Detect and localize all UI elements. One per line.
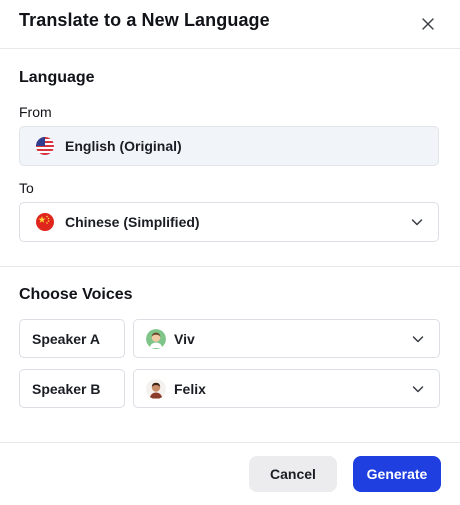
speaker-a-voice-value: Viv bbox=[174, 330, 195, 347]
chevron-down-icon bbox=[412, 385, 424, 392]
voices-section-title: Choose Voices bbox=[19, 286, 133, 303]
language-section-title: Language bbox=[19, 69, 95, 86]
felix-avatar bbox=[146, 378, 166, 399]
close-icon bbox=[422, 18, 434, 30]
from-language-value: English (Original) bbox=[65, 138, 182, 154]
speaker-a-label: Speaker A bbox=[19, 319, 125, 358]
speaker-b-label: Speaker B bbox=[19, 369, 125, 408]
dialog-header: Translate to a New Language bbox=[0, 0, 460, 49]
cancel-button[interactable]: Cancel bbox=[249, 456, 337, 492]
section-divider bbox=[0, 266, 460, 267]
viv-avatar bbox=[146, 328, 166, 349]
china-flag-icon bbox=[36, 213, 54, 231]
speaker-b-voice-select[interactable]: Felix bbox=[133, 369, 440, 408]
speaker-a-voice-select[interactable]: Viv bbox=[133, 319, 440, 358]
generate-button[interactable]: Generate bbox=[353, 456, 441, 492]
to-label: To bbox=[19, 180, 34, 196]
dialog-title: Translate to a New Language bbox=[19, 10, 270, 30]
chevron-down-icon bbox=[411, 219, 423, 226]
us-flag-icon bbox=[36, 137, 54, 155]
close-button[interactable] bbox=[417, 13, 439, 35]
translate-dialog: Translate to a New Language Language Fro… bbox=[0, 0, 460, 505]
to-language-select[interactable]: Chinese (Simplified) bbox=[19, 202, 439, 242]
footer-divider bbox=[0, 442, 460, 443]
to-language-value: Chinese (Simplified) bbox=[65, 214, 200, 230]
from-label: From bbox=[19, 104, 52, 120]
chevron-down-icon bbox=[412, 335, 424, 342]
speaker-b-voice-value: Felix bbox=[174, 380, 206, 397]
from-language-field: English (Original) bbox=[19, 126, 439, 166]
